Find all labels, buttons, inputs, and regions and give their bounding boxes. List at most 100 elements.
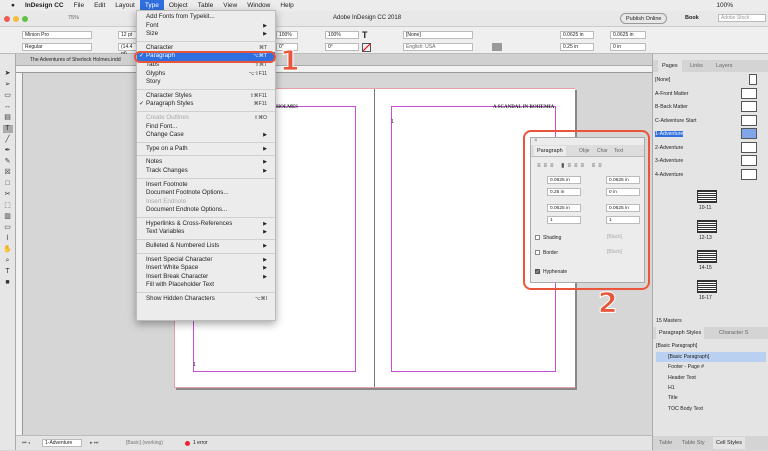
app-menu[interactable]: InDesign CC [20, 0, 69, 11]
horizontal-scale-field[interactable]: 100% [325, 31, 359, 39]
free-transform-tool-icon[interactable]: ⬚ [3, 202, 13, 210]
master-item[interactable]: C-Adventure Start [655, 118, 697, 124]
stroke-none-icon[interactable] [362, 43, 371, 52]
master-item[interactable]: 4-Adventure [655, 172, 683, 178]
menu-item-add-fonts-from-typekit[interactable]: Add Fonts from Typekit... [137, 13, 275, 22]
note-tool-icon[interactable]: ▭ [3, 224, 13, 232]
selection-tool-icon[interactable]: ➤ [3, 70, 13, 78]
master-thumbnail[interactable] [741, 141, 757, 153]
menu-item-insert-white-space[interactable]: Insert White Space ▶ [137, 264, 275, 273]
master-thumbnail[interactable] [741, 87, 757, 99]
menu-item-insert-break-character[interactable]: Insert Break Character ▶ [137, 273, 275, 282]
master-thumbnail[interactable] [741, 128, 757, 139]
tab-paragraph-styles[interactable]: Paragraph Styles [656, 327, 705, 339]
rectangle-tool-icon[interactable]: □ [3, 180, 13, 188]
menu-item-glyphs[interactable]: Glyphs ⌥⇧F11 [137, 70, 275, 79]
line-tool-icon[interactable]: ╱ [3, 136, 13, 144]
first-line-indent-field[interactable]: 0.25 in [560, 43, 594, 51]
tab-object-styles[interactable]: Obje [579, 148, 590, 154]
paragraph-style-item[interactable]: H1 [656, 383, 766, 393]
zoom-tool-icon[interactable]: ⌕ [3, 257, 13, 265]
tab-layers[interactable]: Layers [716, 60, 733, 72]
tab-pages[interactable]: Pages [658, 60, 682, 72]
left-indent-field[interactable]: 0.0625 in [560, 31, 594, 39]
space-before-field[interactable]: 0.0625 in [547, 204, 581, 212]
menu-help[interactable]: Help [275, 0, 298, 11]
menu-item-insert-footnote[interactable]: Insert Footnote [137, 181, 275, 190]
pen-tool-icon[interactable]: ✒ [3, 147, 13, 155]
gradient-tool-icon[interactable]: ▥ [3, 213, 13, 221]
error-count[interactable]: 1 error [193, 436, 208, 451]
menu-item-size[interactable]: Size ▶ [137, 30, 275, 39]
direct-selection-tool-icon[interactable]: ➢ [3, 81, 13, 89]
shading-checkbox[interactable] [535, 235, 540, 240]
minimize-window-button[interactable] [13, 16, 19, 22]
master-item[interactable]: B-Back Matter [655, 104, 688, 110]
tab-character-styles[interactable]: Character S [719, 327, 748, 339]
menu-item-type-on-a-path[interactable]: Type on a Path ▶ [137, 145, 275, 154]
border-swatch[interactable]: [Black] [607, 249, 622, 255]
master-item[interactable]: 2-Adventure [655, 145, 683, 151]
master-thumbnail[interactable] [741, 101, 757, 112]
master-item[interactable]: 3-Adventure [655, 158, 683, 164]
publish-online-button[interactable]: Publish Online [620, 13, 668, 24]
tab-paragraph[interactable]: Paragraph [534, 146, 566, 156]
master-thumbnail[interactable] [741, 114, 757, 126]
hyphenate-checkbox[interactable]: ✓ [535, 269, 540, 274]
scissors-tool-icon[interactable]: ✂ [3, 191, 13, 199]
menu-item-font[interactable]: Font ▶ [137, 22, 275, 31]
menu-item-notes[interactable]: Notes ▶ [137, 158, 275, 167]
workspace-switcher[interactable]: Book [685, 15, 699, 21]
paragraph-style-item[interactable]: Title [656, 393, 766, 403]
next-page-button[interactable]: ▸ ⏭ [90, 436, 98, 451]
border-checkbox[interactable] [535, 250, 540, 255]
menu-item-document-endnote-options[interactable]: Document Endnote Options... [137, 206, 275, 215]
menu-item-hyperlinks-cross-references[interactable]: Hyperlinks & Cross-References ▶ [137, 220, 275, 229]
leading-field[interactable]: (14.4 pt) [118, 43, 138, 57]
right-indent-field[interactable]: 0.0625 in [606, 176, 640, 184]
shading-swatch[interactable]: [Black] [607, 234, 622, 240]
screen-mode-icon[interactable]: ■ [3, 279, 13, 287]
first-page-button[interactable]: ⏮ ◂ [22, 436, 30, 451]
menu-item-document-footnote-options[interactable]: Document Footnote Options... [137, 189, 275, 198]
last-line-indent-field[interactable]: 0 in [610, 43, 646, 51]
menu-file[interactable]: File [69, 0, 89, 11]
menu-item-story[interactable]: Story [137, 78, 275, 87]
menu-edit[interactable]: Edit [89, 0, 110, 11]
master-item[interactable]: A-Front Matter [655, 91, 688, 97]
menu-item-show-hidden-characters[interactable]: Show Hidden Characters ⌥⌘I [137, 295, 275, 304]
tab-table-styles[interactable]: Table Sty [682, 437, 705, 449]
alignment-buttons[interactable]: ≡≡≡ ▮≡≡≡ ≡≡ [537, 162, 605, 169]
content-collector-icon[interactable]: ▤ [3, 114, 13, 122]
fill-stroke-icon[interactable]: T [3, 268, 13, 276]
space-after-field[interactable]: 0.0625 in [606, 204, 640, 212]
pencil-tool-icon[interactable]: ✎ [3, 158, 13, 166]
preflight-profile[interactable]: [Basic] (working) [126, 436, 163, 451]
zoom-level[interactable]: 75% [68, 15, 79, 21]
master-item[interactable]: 1-Adventure [655, 131, 684, 137]
tab-table[interactable]: Table [659, 437, 672, 449]
page-selector[interactable]: 1-Adventure [42, 439, 82, 447]
master-item[interactable]: [None] [655, 77, 670, 83]
tab-cell-styles[interactable]: Cell Styles [713, 437, 745, 449]
font-style-field[interactable]: Regular [22, 43, 92, 51]
menu-item-change-case[interactable]: Change Case ▶ [137, 131, 275, 140]
left-indent-field[interactable]: 0.0625 in [547, 176, 581, 184]
character-style-field[interactable]: [None] [403, 31, 473, 39]
tab-text-wrap[interactable]: Text [614, 148, 623, 154]
menu-item-character-styles[interactable]: Character Styles ⇧⌘F11 [137, 92, 275, 101]
tab-links[interactable]: Links [690, 60, 703, 72]
master-thumbnail[interactable] [749, 74, 757, 85]
document-tab[interactable]: The Adventures of Sherlock Holmes.indd [16, 54, 652, 66]
master-thumbnail[interactable] [741, 168, 757, 180]
menu-item-bulleted-numbered-lists[interactable]: Bulleted & Numbered Lists ▶ [137, 242, 275, 251]
menu-item-insert-special-character[interactable]: Insert Special Character ▶ [137, 256, 275, 265]
paragraph-style-item[interactable]: [Basic Paragraph] [656, 352, 766, 362]
font-size-field[interactable]: 12 pt [118, 31, 138, 39]
menu-item-track-changes[interactable]: Track Changes ▶ [137, 167, 275, 176]
spread-thumbnail[interactable] [697, 190, 717, 203]
type-tool-icon[interactable]: T [2, 125, 13, 133]
paragraph-style-item[interactable]: Footer - Page # [656, 362, 766, 372]
menu-item-fill-with-placeholder-text[interactable]: Fill with Placeholder Text [137, 281, 275, 290]
menu-item-find-font[interactable]: Find Font... [137, 123, 275, 132]
